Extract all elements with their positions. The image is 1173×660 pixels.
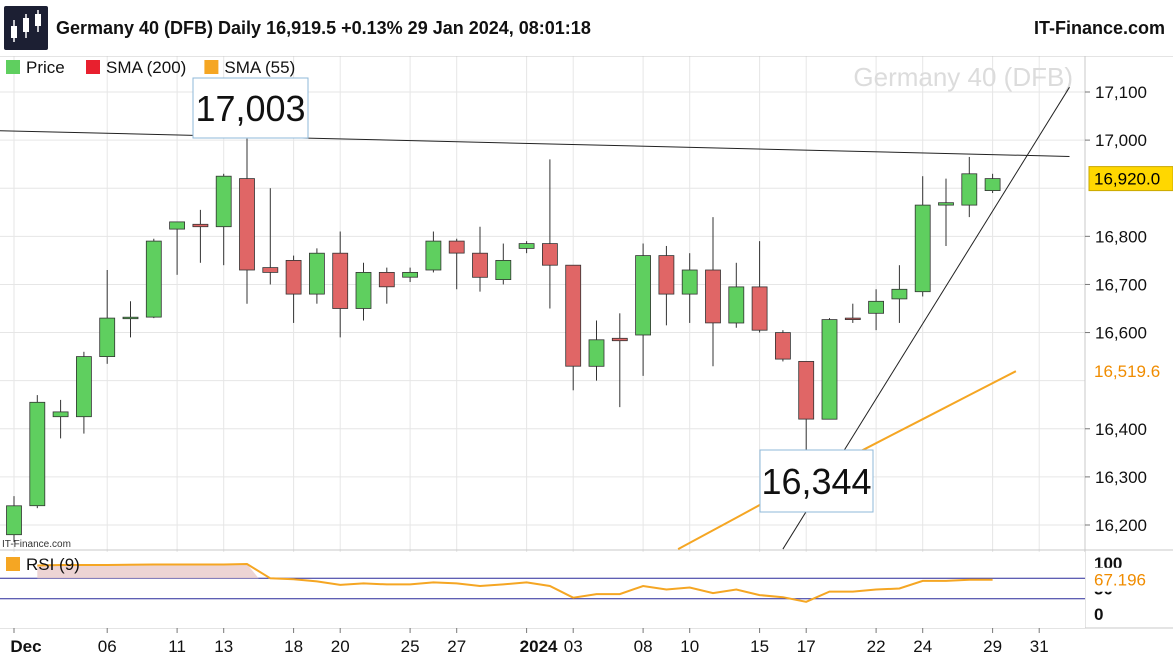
candle-up bbox=[355, 271, 372, 309]
time-tick-label: 29 bbox=[983, 637, 1002, 656]
candle-up bbox=[914, 204, 931, 293]
candle-up bbox=[29, 401, 46, 507]
candle-up bbox=[215, 175, 232, 228]
time-tick-label: 13 bbox=[214, 637, 233, 656]
candle-down bbox=[565, 264, 582, 367]
legend-label: SMA (55) bbox=[224, 58, 295, 77]
candle-down bbox=[472, 252, 488, 278]
time-tick-label: 20 bbox=[331, 637, 350, 656]
candle-up bbox=[308, 252, 325, 295]
candlestick-logo-icon bbox=[4, 6, 48, 50]
time-tick-label: 27 bbox=[447, 637, 466, 656]
annotation-label: 17,003 bbox=[195, 88, 305, 129]
candle-down bbox=[798, 360, 815, 420]
rsi-panel-background bbox=[0, 552, 1085, 628]
chart-canvas: Germany 40 (DFB) 17,003 16,344 16,200 16,300… bbox=[0, 0, 1173, 660]
candle-up bbox=[76, 356, 92, 418]
legend-swatch bbox=[86, 60, 100, 74]
legend-swatch bbox=[6, 60, 20, 74]
price-label-value: 16,920.0 bbox=[1094, 170, 1160, 189]
candle-down bbox=[775, 332, 791, 360]
candle-up bbox=[495, 259, 512, 280]
rsi-last-value: 67.196 bbox=[1094, 571, 1146, 590]
candle-up bbox=[588, 339, 605, 367]
candle-up bbox=[6, 505, 22, 536]
annotation-label: 16,344 bbox=[761, 461, 871, 502]
candle-up bbox=[635, 255, 651, 336]
candle-up bbox=[169, 221, 186, 230]
chart-header: Germany 40 (DFB) Daily 16,919.5 +0.13% 2… bbox=[0, 0, 1173, 56]
candle-up bbox=[425, 240, 442, 271]
price-tick-label: 16,700 bbox=[1095, 275, 1147, 294]
candle-down bbox=[448, 240, 465, 254]
source-note: IT-Finance.com bbox=[2, 539, 71, 550]
candle-up bbox=[961, 173, 978, 206]
price-label-value: 16,519.6 bbox=[1094, 362, 1160, 381]
time-tick-label: 08 bbox=[634, 637, 653, 656]
price-tick-label: 16,800 bbox=[1095, 227, 1147, 246]
candle-down bbox=[378, 271, 395, 288]
legend-swatch bbox=[204, 60, 219, 74]
chart-title: Germany 40 (DFB) Daily 16,919.5 +0.13% 2… bbox=[56, 18, 591, 38]
candle-up bbox=[402, 271, 419, 278]
legend-label: SMA (200) bbox=[106, 58, 186, 77]
time-tick-label: 24 bbox=[913, 637, 932, 656]
chart-watermark: Germany 40 (DFB) bbox=[853, 62, 1073, 92]
time-tick-label: 18 bbox=[284, 637, 303, 656]
time-tick-label: 22 bbox=[867, 637, 886, 656]
candle-up bbox=[122, 316, 139, 320]
candle-up bbox=[728, 286, 745, 324]
time-tick-label: 17 bbox=[797, 637, 816, 656]
time-tick-label: 25 bbox=[401, 637, 420, 656]
candle-down bbox=[285, 259, 302, 295]
time-tick-label: 03 bbox=[564, 637, 583, 656]
rsi-legend-label: RSI (9) bbox=[26, 555, 80, 574]
rsi-legend-swatch bbox=[6, 557, 20, 571]
legend-label: Price bbox=[26, 58, 65, 77]
candle-down bbox=[658, 255, 675, 295]
time-tick-label: 06 bbox=[98, 637, 117, 656]
candle-up bbox=[868, 300, 884, 314]
candle-up bbox=[99, 317, 116, 358]
candle-down bbox=[844, 317, 861, 321]
candle-down bbox=[751, 286, 768, 331]
candle-up bbox=[681, 269, 698, 295]
time-tick-label: 2024 bbox=[520, 637, 558, 656]
time-tick-label: 10 bbox=[680, 637, 699, 656]
candle-down bbox=[611, 337, 628, 342]
candle-down bbox=[332, 252, 349, 309]
candle-up bbox=[518, 243, 535, 249]
price-tick-label: 16,200 bbox=[1095, 516, 1147, 535]
brand-name: IT-Finance.com bbox=[1033, 18, 1165, 38]
candle-up bbox=[938, 202, 954, 206]
candle-up bbox=[984, 178, 1001, 192]
candle-down bbox=[239, 178, 255, 271]
chart-frame: Germany 40 (DFB) 17,003 16,344 16,200 16,300… bbox=[0, 0, 1173, 660]
price-tick-label: 16,600 bbox=[1095, 324, 1147, 343]
candle-down bbox=[705, 269, 721, 324]
candle-down bbox=[192, 223, 209, 228]
candle-up bbox=[821, 319, 838, 420]
candle-up bbox=[891, 288, 908, 300]
price-tick-label: 17,000 bbox=[1095, 131, 1147, 150]
price-tick-label: 16,400 bbox=[1095, 420, 1147, 439]
candle-up bbox=[52, 411, 69, 418]
time-tick-label: 15 bbox=[750, 637, 769, 656]
rsi-tick-label: 0 bbox=[1094, 605, 1103, 624]
time-tick-label: 11 bbox=[168, 637, 186, 656]
price-tick-label: 17,100 bbox=[1095, 83, 1147, 102]
candle-down bbox=[542, 243, 558, 266]
candle-down bbox=[262, 267, 279, 273]
time-tick-label: 31 bbox=[1030, 637, 1049, 656]
candle-up bbox=[145, 240, 162, 318]
price-tick-label: 16,300 bbox=[1095, 468, 1147, 487]
time-tick-label: Dec bbox=[10, 637, 41, 656]
